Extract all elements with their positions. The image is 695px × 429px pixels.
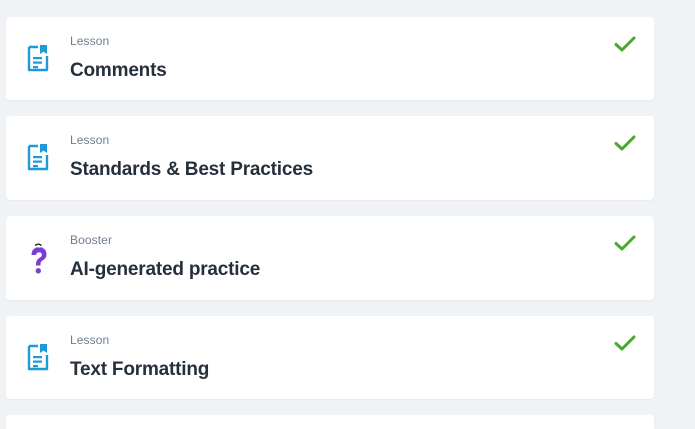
lesson-card-text-formatting[interactable]: Lesson Text Formatting <box>6 316 654 399</box>
lesson-card-partial[interactable] <box>6 415 654 429</box>
item-kind-label: Lesson <box>70 333 110 347</box>
document-icon <box>27 144 49 171</box>
document-icon <box>27 344 49 371</box>
lesson-card-comments[interactable]: Lesson Comments <box>6 17 654 100</box>
checkmark-icon <box>614 135 636 151</box>
item-title: Standards & Best Practices <box>70 159 313 180</box>
item-kind-label: Lesson <box>70 133 110 147</box>
booster-card-ai-generated-practice[interactable]: Booster AI-generated practice <box>6 216 654 300</box>
lesson-card-standards-best-practices[interactable]: Lesson Standards & Best Practices <box>6 116 654 200</box>
item-title: Comments <box>70 60 167 81</box>
item-kind-label: Booster <box>70 233 113 247</box>
document-icon <box>27 45 49 72</box>
checkmark-icon <box>614 335 636 351</box>
checkmark-icon <box>614 36 636 52</box>
item-title: Text Formatting <box>70 359 210 380</box>
item-title: AI-generated practice <box>70 259 261 280</box>
item-kind-label: Lesson <box>70 34 110 48</box>
question-character-icon <box>31 243 47 274</box>
checkmark-icon <box>614 235 636 251</box>
